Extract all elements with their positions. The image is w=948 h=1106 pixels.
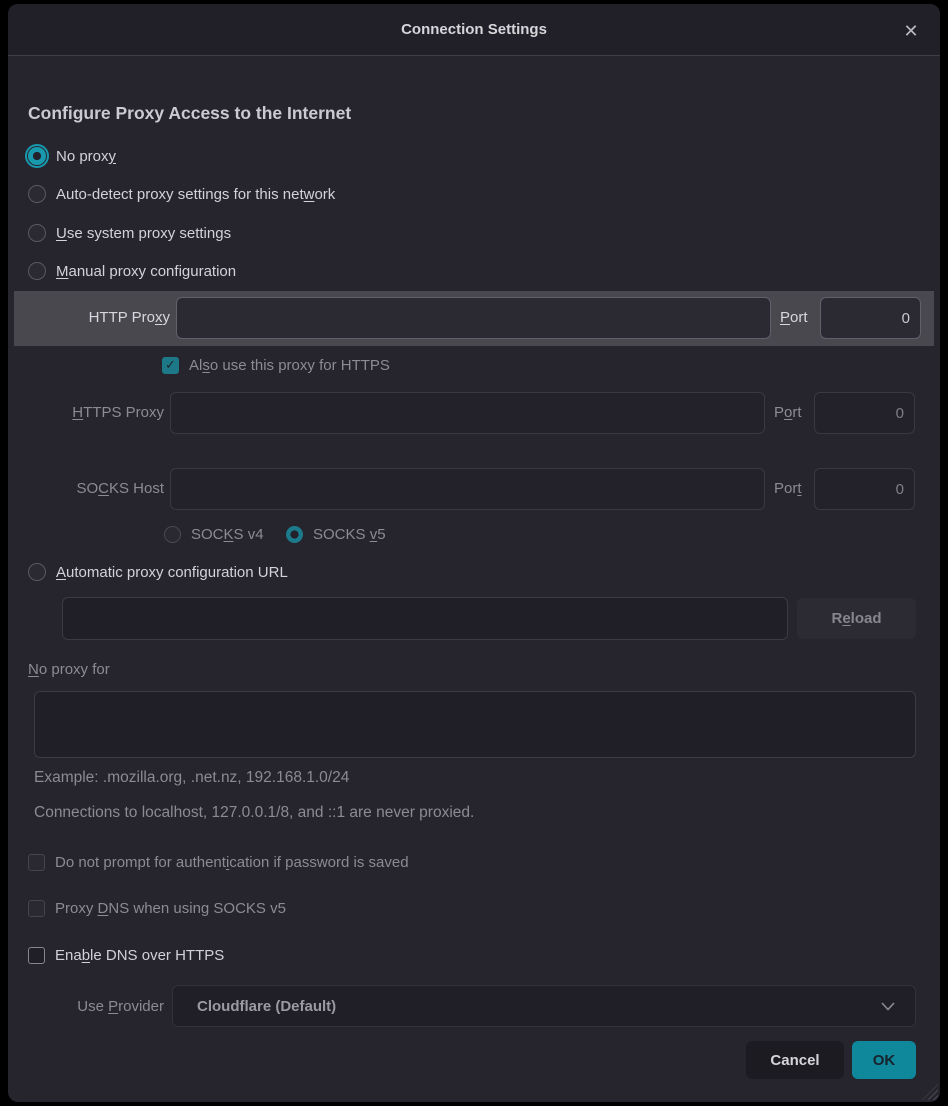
checkbox-no-prompt-auth: Do not prompt for authentication if pass… bbox=[28, 849, 409, 875]
dialog-title: Connection Settings bbox=[8, 4, 940, 56]
no-proxy-example-hint: Example: .mozilla.org, .net.nz, 192.168.… bbox=[34, 769, 349, 787]
ok-label: OK bbox=[873, 1052, 896, 1069]
checkbox-proxy-dns-socks5: Proxy DNS when using SOCKS v5 bbox=[28, 895, 286, 921]
http-port-input[interactable] bbox=[820, 297, 921, 339]
resize-gripper-icon[interactable] bbox=[922, 1084, 938, 1100]
socks-host-label: SOCKS Host bbox=[8, 480, 164, 497]
https-proxy-input bbox=[170, 392, 765, 434]
radio-selected-icon bbox=[28, 147, 46, 165]
no-proxy-for-label: No proxy for bbox=[28, 661, 110, 678]
https-port-input bbox=[814, 392, 915, 434]
provider-selected-value: Cloudflare (Default) bbox=[197, 998, 881, 1015]
auto-config-url-input bbox=[62, 597, 788, 640]
checkbox-label: Proxy DNS when using SOCKS v5 bbox=[55, 900, 286, 917]
reload-button: Reload bbox=[797, 598, 916, 639]
radio-icon bbox=[28, 563, 46, 581]
radio-label: Auto-detect proxy settings for this netw… bbox=[56, 186, 335, 203]
radio-use-system[interactable]: Use system proxy settings bbox=[28, 220, 231, 246]
checkbox-label: Do not prompt for authentication if pass… bbox=[55, 854, 409, 871]
close-icon[interactable]: ✕ bbox=[898, 18, 924, 44]
reload-label: Reload bbox=[831, 610, 881, 627]
radio-selected-icon bbox=[286, 526, 303, 543]
dialog-titlebar: Connection Settings ✕ bbox=[8, 4, 940, 56]
ok-button[interactable]: OK bbox=[852, 1041, 916, 1079]
http-proxy-highlight-row: HTTP Proxy Port bbox=[14, 291, 934, 346]
radio-socks-v5: SOCKS v5 bbox=[286, 521, 386, 547]
connection-settings-dialog: Connection Settings ✕ Configure Proxy Ac… bbox=[8, 4, 940, 1102]
radio-manual-config[interactable]: Manual proxy configuration bbox=[28, 258, 236, 284]
https-port-label: Port bbox=[774, 404, 802, 421]
checkbox-use-for-https: ✓ Also use this proxy for HTTPS bbox=[162, 352, 390, 378]
checkbox-label: Also use this proxy for HTTPS bbox=[189, 357, 390, 374]
radio-label: SOCKS v5 bbox=[313, 526, 386, 543]
check-icon: ✓ bbox=[162, 357, 179, 374]
checkbox-icon bbox=[28, 854, 45, 871]
section-heading: Configure Proxy Access to the Internet bbox=[28, 103, 351, 124]
no-proxy-for-textarea bbox=[34, 691, 916, 758]
checkbox-icon bbox=[28, 947, 45, 964]
socks-port-input bbox=[814, 468, 915, 510]
socks-port-label: Port bbox=[774, 480, 802, 497]
cancel-button[interactable]: Cancel bbox=[746, 1041, 844, 1079]
radio-auto-config-url[interactable]: Automatic proxy configuration URL bbox=[28, 559, 288, 585]
radio-socks-v4: SOCKS v4 bbox=[164, 521, 264, 547]
radio-label: Manual proxy configuration bbox=[56, 263, 236, 280]
radio-icon bbox=[164, 526, 181, 543]
https-proxy-label: HTTPS Proxy bbox=[8, 404, 164, 421]
radio-icon bbox=[28, 224, 46, 242]
http-port-label: Port bbox=[780, 309, 808, 326]
use-provider-label: Use Provider bbox=[8, 998, 164, 1015]
localhost-never-proxied-hint: Connections to localhost, 127.0.0.1/8, a… bbox=[34, 804, 474, 822]
socks-host-input bbox=[170, 468, 765, 510]
radio-icon bbox=[28, 185, 46, 203]
radio-no-proxy[interactable]: No proxy bbox=[28, 143, 116, 169]
checkbox-icon bbox=[28, 900, 45, 917]
radio-label: No proxy bbox=[56, 148, 116, 165]
http-proxy-label: HTTP Proxy bbox=[14, 309, 170, 326]
chevron-down-icon bbox=[881, 1002, 895, 1011]
radio-label: Automatic proxy configuration URL bbox=[56, 564, 288, 581]
radio-label: SOCKS v4 bbox=[191, 526, 264, 543]
radio-label: Use system proxy settings bbox=[56, 225, 231, 242]
http-proxy-input[interactable] bbox=[176, 297, 771, 339]
provider-dropdown: Cloudflare (Default) bbox=[172, 985, 916, 1027]
cancel-label: Cancel bbox=[770, 1052, 819, 1069]
checkbox-enable-doh[interactable]: Enable DNS over HTTPS bbox=[28, 942, 224, 968]
checkbox-label: Enable DNS over HTTPS bbox=[55, 947, 224, 964]
radio-auto-detect[interactable]: Auto-detect proxy settings for this netw… bbox=[28, 181, 335, 207]
radio-icon bbox=[28, 262, 46, 280]
